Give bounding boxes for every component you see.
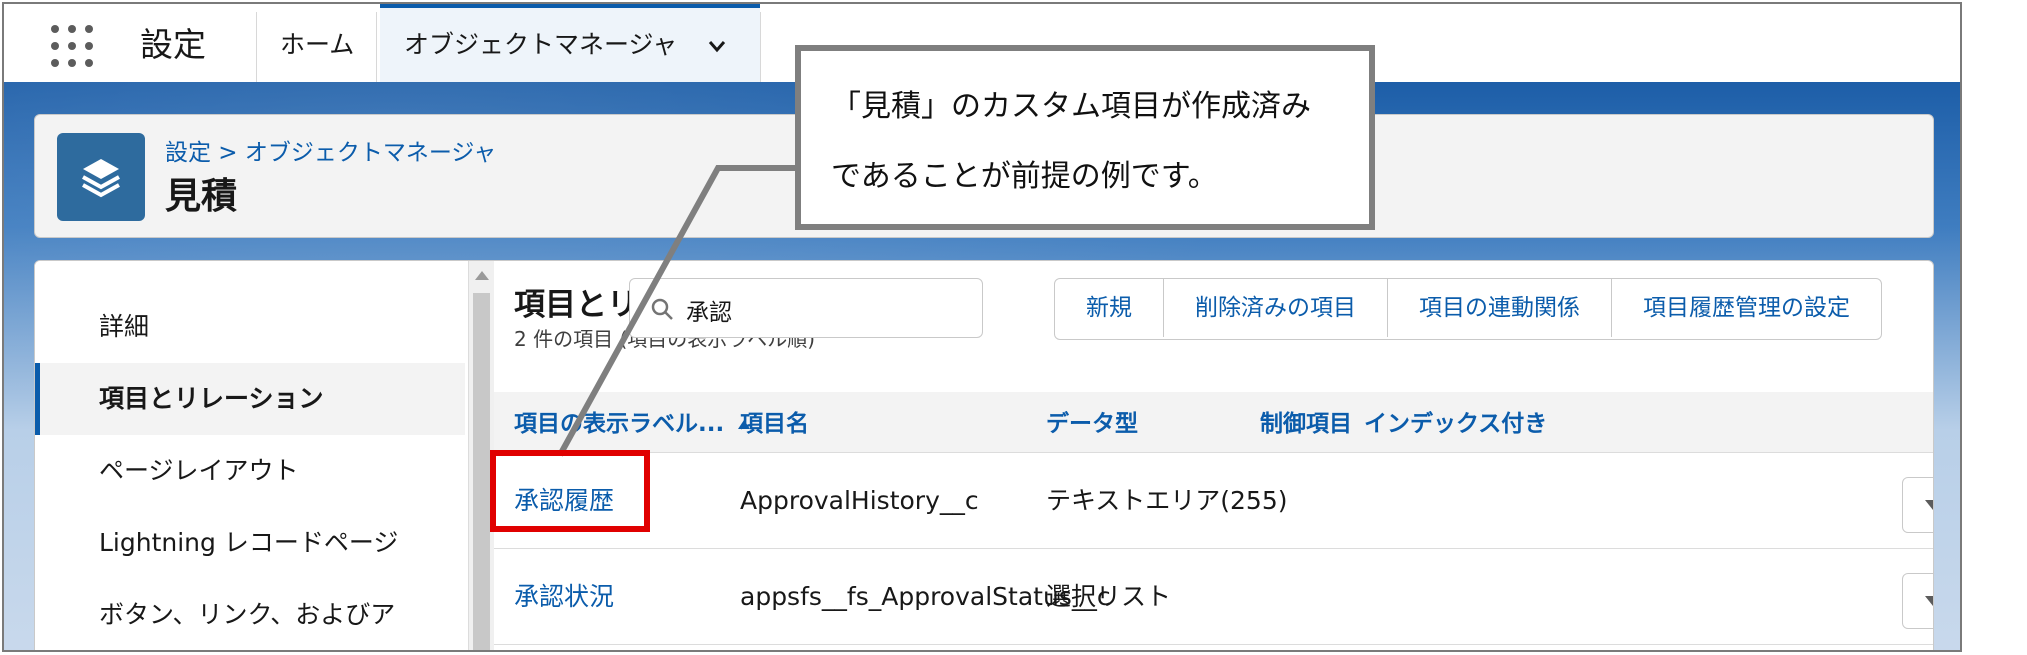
table-row: 承認履歴 ApprovalHistory__c テキストエリア(255) [494, 453, 1933, 549]
content-panel: 詳細 項目とリレーション ページレイアウト Lightning レコードページ … [34, 260, 1934, 650]
row-actions-button[interactable] [1902, 573, 1933, 629]
field-data-type: テキストエリア(255) [1046, 486, 1288, 515]
table-row: 承認状況 appsfs__fs_ApprovalStatus__c 選択リスト [494, 549, 1933, 645]
callout-text-line2: であることが前提の例です。 [831, 159, 1218, 194]
section-title: 項目とリ [514, 287, 638, 323]
table-header: 項目の表示ラベル... 項目名 データ型 制御項目 インデックス付き [494, 392, 1933, 453]
app-name: 設定 [140, 25, 206, 64]
tab-object-manager-label: オブジェクトマネージャ [404, 30, 678, 59]
callout-box: 「見積」のカスタム項目が作成済み であることが前提の例です。 [795, 45, 1375, 230]
breadcrumb[interactable]: 設定 > オブジェクトマネージャ [165, 133, 496, 167]
column-header-controlling-field[interactable]: 制御項目 [1260, 392, 1352, 456]
scroll-thumb[interactable] [473, 293, 490, 650]
sidebar-item-lightning-record-pages[interactable]: Lightning レコードページ [35, 507, 465, 579]
stack-icon [57, 133, 145, 221]
highlight-box [490, 450, 650, 532]
sidebar-item-fields-relationships[interactable]: 項目とリレーション [35, 363, 465, 435]
column-header-api-name[interactable]: 項目名 [740, 392, 809, 456]
field-label-link[interactable]: 承認状況 [514, 549, 614, 644]
nav-divider [256, 12, 257, 82]
app-launcher-icon[interactable] [48, 22, 96, 70]
fields-section: 項目とリ 2 件の項目 (項目の表示ラベル順) 承認 新規 削除済みの項目 項目… [494, 261, 1933, 650]
sidebar-item-details[interactable]: 詳細 [35, 291, 465, 363]
sidebar-item-buttons-links-actions[interactable]: ボタン、リンク、およびア [35, 579, 465, 650]
new-button[interactable]: 新規 [1055, 279, 1164, 337]
row-actions-button[interactable] [1902, 477, 1933, 533]
field-api-name: ApprovalHistory__c [740, 486, 979, 515]
sidebar: 詳細 項目とリレーション ページレイアウト Lightning レコードページ … [35, 261, 465, 650]
deleted-fields-button[interactable]: 削除済みの項目 [1164, 279, 1388, 337]
nav-divider [376, 12, 377, 82]
tab-object-manager[interactable]: オブジェクトマネージャ [380, 4, 760, 82]
tab-home[interactable]: ホーム [280, 4, 354, 82]
caret-down-icon [1925, 500, 1933, 510]
scroll-up-icon[interactable] [475, 271, 489, 280]
action-button-group: 新規 削除済みの項目 項目の連動関係 項目履歴管理の設定 [1054, 278, 1882, 340]
field-data-type: 選択リスト [1046, 582, 1172, 611]
search-value: 承認 [686, 300, 732, 326]
caret-down-icon [1925, 596, 1933, 606]
quick-find-input[interactable]: 承認 [629, 278, 983, 338]
column-header-data-type[interactable]: データ型 [1046, 392, 1138, 456]
chevron-down-icon[interactable] [708, 37, 726, 55]
field-history-tracking-button[interactable]: 項目履歴管理の設定 [1612, 279, 1881, 337]
column-header-label[interactable]: 項目の表示ラベル... [514, 392, 751, 456]
callout-text-line1: 「見積」のカスタム項目が作成済み [831, 89, 1311, 124]
field-dependencies-button[interactable]: 項目の連動関係 [1388, 279, 1612, 337]
search-icon [651, 298, 673, 320]
column-header-indexed[interactable]: インデックス付き [1364, 392, 1547, 456]
sidebar-item-page-layouts[interactable]: ページレイアウト [35, 435, 465, 507]
nav-divider [760, 12, 761, 82]
page-title: 見積 [165, 176, 238, 217]
column-header-label-text: 項目の表示ラベル... [514, 411, 725, 437]
